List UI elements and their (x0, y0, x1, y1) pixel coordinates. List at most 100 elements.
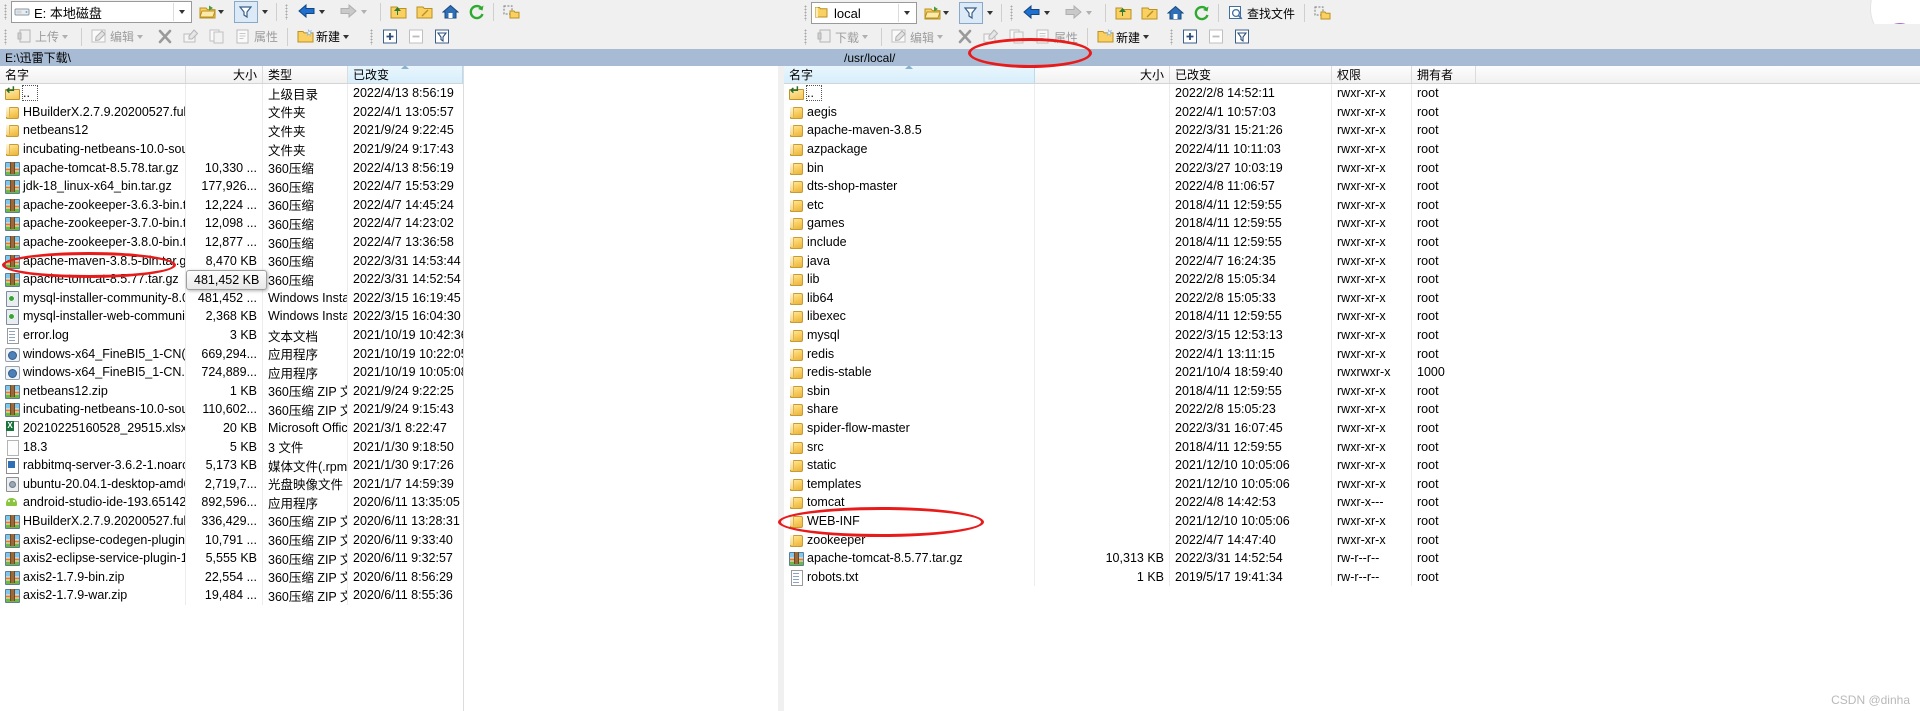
remote-table-row[interactable]: zookeeper 2022/4/7 14:47:40 rwxr-xr-x root (784, 530, 1920, 549)
chevron-down-icon[interactable] (262, 10, 268, 14)
remote-column-header-changed[interactable]: 已改变 (1170, 66, 1332, 83)
remote-table-row[interactable]: aegis 2022/4/1 10:57:03 rwxr-xr-x root (784, 102, 1920, 122)
remote-column-header-name[interactable]: 名字 (784, 66, 1035, 83)
remote-column-header-size[interactable]: 大小 (1035, 66, 1170, 83)
remote-table-row[interactable]: WEB-INF 2021/12/10 10:05:06 rwxr-xr-x root (784, 511, 1920, 531)
remote-table-row[interactable]: src 2018/4/11 12:59:55 rwxr-xr-x root (784, 437, 1920, 456)
remote-table-row[interactable]: lib64 2022/2/8 15:05:33 rwxr-xr-x root (784, 288, 1920, 308)
local-rename-button[interactable] (179, 26, 203, 48)
remote-table-row[interactable]: azpackage 2022/4/11 10:11:03 rwxr-xr-x root (784, 139, 1920, 159)
remote-forward-button[interactable] (1060, 2, 1100, 24)
remote-filter-button[interactable] (959, 2, 983, 24)
remote-file-panel[interactable]: 名字大小已改变权限拥有者 ..2022/2/8 14:52:11rwxr-xr-… (784, 66, 1920, 711)
remote-select-filter-button[interactable] (1230, 26, 1254, 48)
chevron-down-icon[interactable] (1143, 35, 1150, 39)
local-upload-button[interactable]: 上传 (12, 26, 76, 48)
remote-table-row[interactable]: templates 2021/12/10 10:05:06 rwxr-xr-x roo… (784, 474, 1920, 494)
local-properties-button[interactable]: 属性 (231, 26, 282, 48)
local-column-header-size[interactable]: 大小 (186, 66, 263, 83)
remote-download-button[interactable]: 下载 (812, 26, 876, 48)
remote-table-row[interactable]: sbin 2018/4/11 12:59:55 rwxr-xr-x root (784, 381, 1920, 401)
remote-table-row[interactable]: lib 2022/2/8 15:05:34 rwxr-xr-x root (784, 269, 1920, 289)
local-parent-directory-button[interactable] (386, 1, 410, 23)
local-forward-button[interactable] (335, 1, 375, 23)
local-new-button[interactable]: 新建 (293, 26, 357, 48)
remote-table-row[interactable]: share 2022/2/8 15:05:23 rwxr-xr-x root (784, 400, 1920, 419)
remote-table-row[interactable]: redis-stable 2021/10/4 18:59:40 rwxrwxr-x 1… (784, 362, 1920, 382)
local-select-remove-button[interactable] (404, 26, 428, 48)
remote-column-headers[interactable]: 名字 大小 已改变 权限 拥有者 (784, 66, 1920, 84)
remote-rename-button[interactable] (979, 26, 1003, 48)
remote-new-directory-button[interactable] (1310, 2, 1334, 24)
toolbar-grip[interactable] (4, 4, 7, 20)
chevron-down-icon[interactable] (1044, 11, 1050, 15)
remote-refresh-button[interactable] (1189, 2, 1213, 24)
local-column-header-changed[interactable]: 已改变 (348, 66, 463, 83)
local-duplicate-button[interactable] (205, 26, 229, 48)
remote-properties-button[interactable]: 属性 (1031, 26, 1082, 48)
toolbar-grip[interactable] (804, 5, 807, 21)
toolbar-grip[interactable] (370, 28, 374, 45)
remote-parent-directory-button[interactable] (1111, 2, 1135, 24)
local-column-header-type[interactable]: 类型 (263, 66, 348, 83)
local-delete-button[interactable] (153, 26, 177, 48)
local-drive-dropdown[interactable] (173, 3, 189, 21)
remote-table-row[interactable]: apache-maven-3.8.5 2022/3/31 15:21:26 rwxr… (784, 121, 1920, 140)
remote-table-row[interactable]: static 2021/12/10 10:05:06 rwxr-xr-x root (784, 455, 1920, 475)
local-new-directory-button[interactable] (499, 1, 523, 23)
local-home-directory-button[interactable] (438, 1, 462, 23)
remote-column-header-rights[interactable]: 权限 (1332, 66, 1412, 83)
local-select-filter-button[interactable] (430, 26, 454, 48)
remote-table-row[interactable]: dts-shop-master 2022/4/8 11:06:57 rwxr-xr-… (784, 176, 1920, 196)
remote-session-combo[interactable]: local (811, 2, 917, 24)
remote-find-files-button[interactable]: 查找文件 (1224, 2, 1299, 24)
toolbar-grip[interactable] (1170, 29, 1174, 45)
remote-column-header-owner[interactable]: 拥有者 (1412, 66, 1476, 83)
chevron-down-icon[interactable] (218, 10, 224, 14)
remote-file-list[interactable]: ..2022/2/8 14:52:11rwxr-xr-xrootaegis202… (784, 84, 1920, 587)
remote-home-directory-button[interactable] (1163, 2, 1187, 24)
chevron-down-icon[interactable] (343, 34, 350, 39)
local-column-header-name[interactable]: 名字 (0, 66, 186, 83)
remote-new-button[interactable]: 新建 (1093, 26, 1157, 48)
remote-table-row[interactable]: .. 2022/2/8 14:52:11rwxr-xr-x root (784, 84, 1920, 103)
remote-table-row[interactable]: redis 2022/4/1 13:11:15 rwxr-xr-x root (784, 344, 1920, 363)
remote-table-row[interactable]: tomcat 2022/4/8 14:42:53 rwxr-x--- root (784, 493, 1920, 512)
toolbar-grip[interactable] (285, 4, 288, 20)
local-open-folder-button[interactable] (195, 1, 232, 23)
local-root-directory-button[interactable] (412, 1, 436, 23)
remote-table-row[interactable]: robots.txt 1 KB 2019/5/17 19:41:34 rw-r--r-… (784, 567, 1920, 587)
remote-edit-button[interactable]: 编辑 (887, 26, 951, 48)
toolbar-grip[interactable] (804, 29, 807, 45)
remote-delete-button[interactable] (953, 26, 977, 48)
remote-select-remove-button[interactable] (1204, 26, 1228, 48)
remote-table-row[interactable]: mysql 2022/3/15 12:53:13 rwxr-xr-x root (784, 325, 1920, 345)
remote-path-bar[interactable]: /usr/local/ (784, 49, 1920, 66)
local-drive-combo[interactable]: E: 本地磁盘 (11, 1, 192, 23)
remote-back-button[interactable] (1018, 2, 1058, 24)
local-back-button[interactable] (293, 1, 333, 23)
remote-table-row[interactable]: bin 2022/3/27 10:03:19 rwxr-xr-x root (784, 158, 1920, 177)
remote-table-row[interactable]: include 2018/4/11 12:59:55 rwxr-xr-x root (784, 232, 1920, 252)
local-edit-button[interactable]: 编辑 (87, 26, 151, 48)
chevron-down-icon[interactable] (943, 11, 949, 15)
remote-table-row[interactable]: apache-tomcat-8.5.77.tar.gz 10,313 KB 2022… (784, 548, 1920, 568)
remote-table-row[interactable]: games 2018/4/11 12:59:55 rwxr-xr-x root (784, 214, 1920, 233)
chevron-down-icon[interactable] (319, 10, 325, 14)
remote-table-row[interactable]: libexec 2018/4/11 12:59:55 rwxr-xr-x root (784, 307, 1920, 326)
remote-table-row[interactable]: spider-flow-master 2022/3/31 16:07:45 rwxr… (784, 418, 1920, 438)
toolbar-grip[interactable] (4, 28, 7, 45)
local-refresh-button[interactable] (464, 1, 488, 23)
toolbar-grip[interactable] (1010, 5, 1013, 21)
local-select-add-button[interactable] (378, 26, 402, 48)
chevron-down-icon[interactable] (987, 11, 993, 15)
remote-root-directory-button[interactable] (1137, 2, 1161, 24)
remote-table-row[interactable]: java 2022/4/7 16:24:35 rwxr-xr-x root (784, 251, 1920, 270)
remote-select-add-button[interactable] (1178, 26, 1202, 48)
remote-open-folder-button[interactable] (920, 2, 957, 24)
remote-session-dropdown[interactable] (898, 4, 914, 22)
local-filter-button[interactable] (234, 1, 258, 23)
remote-duplicate-button[interactable] (1005, 26, 1029, 48)
remote-table-row[interactable]: etc 2018/4/11 12:59:55 rwxr-xr-x root (784, 195, 1920, 215)
local-path-bar[interactable]: E:\迅雷下载\ (0, 49, 784, 66)
